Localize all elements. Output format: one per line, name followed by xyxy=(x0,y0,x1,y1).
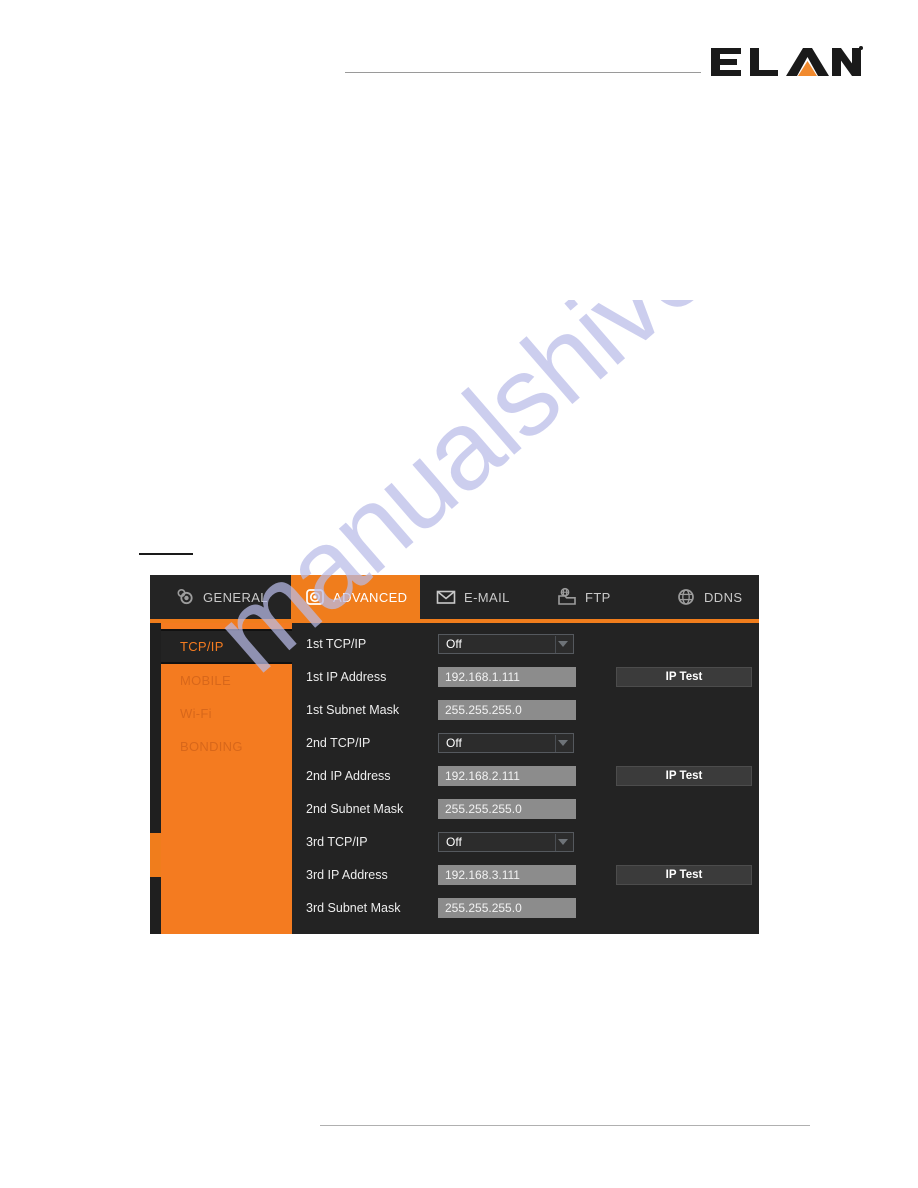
envelope-icon xyxy=(436,587,456,607)
first-tcpip-select[interactable]: Off xyxy=(438,633,574,654)
third-ip-address-input[interactable]: 192.168.3.111 xyxy=(438,864,576,885)
field-label: 2nd Subnet Mask xyxy=(306,801,404,816)
sidebar-item-label: BONDING xyxy=(180,739,243,754)
select-separator xyxy=(555,734,556,752)
tab-general-label: GENERAL xyxy=(203,589,268,605)
button-label: IP Test xyxy=(665,670,703,683)
field-value: 192.168.3.111 xyxy=(445,867,520,882)
select-separator xyxy=(555,635,556,653)
tab-ftp-label: FTP xyxy=(585,589,611,605)
field-label: 3rd TCP/IP xyxy=(306,834,368,849)
field-label: 2nd IP Address xyxy=(306,768,391,783)
sidebar-item-label: MOBILE xyxy=(180,673,231,688)
button-label: IP Test xyxy=(665,868,703,881)
form-row: 3rd IP Address 192.168.3.111 IP Test xyxy=(292,858,759,891)
select-value: Off xyxy=(446,834,462,849)
tab-advanced-label: ADVANCED xyxy=(333,589,408,605)
camera-gear-icon xyxy=(175,587,195,607)
footer-divider xyxy=(320,1125,810,1126)
tab-ddns-label: DDNS xyxy=(704,589,743,605)
tab-email-label: E-MAIL xyxy=(464,589,510,605)
form-row: 2nd Subnet Mask 255.255.255.0 xyxy=(292,792,759,825)
select-value: Off xyxy=(446,636,462,651)
tab-ddns[interactable]: DDNS xyxy=(662,575,759,619)
form-row: 3rd Subnet Mask 255.255.255.0 xyxy=(292,891,759,924)
second-tcpip-select[interactable]: Off xyxy=(438,732,574,753)
sidebar-item-label: TCP/IP xyxy=(180,639,224,654)
form-row: 1st TCP/IP Off xyxy=(292,627,759,660)
sidebar-item-wifi[interactable]: Wi-Fi xyxy=(161,697,292,730)
settings-body: TCP/IP MOBILE Wi-Fi BONDING 1st TCP/IP O… xyxy=(150,623,759,934)
tab-bar: GENERAL ADVANCED E-MAIL FTP DDNS xyxy=(150,575,759,619)
form-row: 2nd TCP/IP Off xyxy=(292,726,759,759)
field-label: 1st Subnet Mask xyxy=(306,702,400,717)
chevron-down-icon xyxy=(558,838,568,845)
header-divider xyxy=(345,72,701,73)
first-ip-test-button[interactable]: IP Test xyxy=(616,666,752,687)
chevron-down-icon xyxy=(558,640,568,647)
chevron-down-icon xyxy=(558,739,568,746)
tab-general[interactable]: GENERAL xyxy=(161,575,291,619)
second-subnet-mask-input[interactable]: 255.255.255.0 xyxy=(438,798,576,819)
page-header xyxy=(0,0,918,100)
tab-ftp[interactable]: FTP xyxy=(543,575,643,619)
second-ip-test-button[interactable]: IP Test xyxy=(616,765,752,786)
field-value: 255.255.255.0 xyxy=(445,702,522,717)
field-label: 1st TCP/IP xyxy=(306,636,367,651)
first-ip-address-input[interactable]: 192.168.1.111 xyxy=(438,666,576,687)
select-value: Off xyxy=(446,735,462,750)
second-ip-address-input[interactable]: 192.168.2.111 xyxy=(438,765,576,786)
left-gutter xyxy=(150,623,161,934)
select-separator xyxy=(555,833,556,851)
section-divider xyxy=(139,553,193,555)
field-label: 3rd Subnet Mask xyxy=(306,900,401,915)
sidebar-item-tcpip[interactable]: TCP/IP xyxy=(161,629,292,664)
form-row: 1st IP Address 192.168.1.111 IP Test xyxy=(292,660,759,693)
field-value: 192.168.2.111 xyxy=(445,768,520,783)
field-value: 255.255.255.0 xyxy=(445,900,522,915)
form-row: 1st Subnet Mask 255.255.255.0 xyxy=(292,693,759,726)
form-row: 3rd TCP/IP Off xyxy=(292,825,759,858)
field-label: 2nd TCP/IP xyxy=(306,735,371,750)
third-tcpip-select[interactable]: Off xyxy=(438,831,574,852)
sidebar-item-bonding[interactable]: BONDING xyxy=(161,730,292,763)
globe-icon xyxy=(676,587,696,607)
dome-camera-icon xyxy=(305,587,325,607)
sidebar-item-label: Wi-Fi xyxy=(180,706,212,721)
first-subnet-mask-input[interactable]: 255.255.255.0 xyxy=(438,699,576,720)
form-row: 2nd IP Address 192.168.2.111 IP Test xyxy=(292,759,759,792)
tab-email[interactable]: E-MAIL xyxy=(422,575,540,619)
tab-advanced[interactable]: ADVANCED xyxy=(291,575,420,619)
sidebar-item-mobile[interactable]: MOBILE xyxy=(161,664,292,697)
third-subnet-mask-input[interactable]: 255.255.255.0 xyxy=(438,897,576,918)
tcpip-form-panel: 1st TCP/IP Off 1st IP Address 192.168.1.… xyxy=(292,623,759,934)
device-settings-screenshot: GENERAL ADVANCED E-MAIL FTP DDNS TCP/IP … xyxy=(150,575,759,934)
field-label: 3rd IP Address xyxy=(306,867,388,882)
scroll-position-indicator[interactable] xyxy=(150,833,161,877)
third-ip-test-button[interactable]: IP Test xyxy=(616,864,752,885)
field-value: 192.168.1.111 xyxy=(445,669,520,684)
button-label: IP Test xyxy=(665,769,703,782)
elan-logo xyxy=(711,42,863,82)
settings-sidebar: TCP/IP MOBILE Wi-Fi BONDING xyxy=(161,623,292,934)
field-label: 1st IP Address xyxy=(306,669,387,684)
folder-globe-icon xyxy=(557,587,577,607)
field-value: 255.255.255.0 xyxy=(445,801,522,816)
